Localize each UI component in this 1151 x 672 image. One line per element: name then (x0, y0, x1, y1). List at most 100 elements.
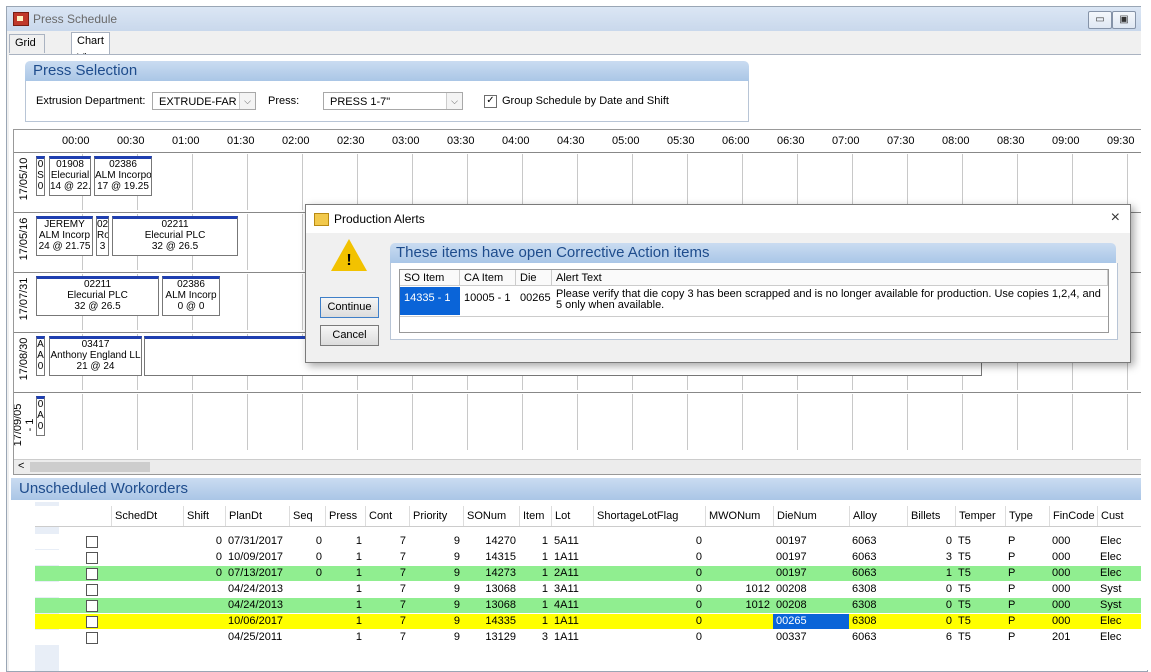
cell-fin[interactable]: 201 (1049, 630, 1097, 645)
cell-press[interactable]: 1 (325, 598, 365, 613)
cell-ca-item[interactable]: 10005 - 1 (460, 287, 516, 315)
row-checkbox[interactable] (86, 568, 98, 580)
group-schedule-checkbox[interactable]: ✓ (484, 95, 497, 108)
grid-cell[interactable] (962, 154, 963, 210)
cell-alloy[interactable]: 6308 (849, 614, 907, 629)
cell-temper[interactable]: T5 (955, 630, 1005, 645)
grid-cell[interactable] (412, 154, 413, 210)
cell-cust[interactable]: Elec (1097, 550, 1145, 565)
cell-alloy[interactable]: 6063 (849, 566, 907, 581)
cell-slf[interactable]: 0 (593, 566, 705, 581)
cell-priority[interactable]: 9 (409, 598, 463, 613)
cell-shift[interactable]: 0 (183, 550, 225, 565)
cell-mwo[interactable]: 1012 (705, 598, 773, 613)
grid-cell[interactable] (302, 214, 303, 270)
cell-seq[interactable] (289, 582, 325, 597)
cell-cont[interactable]: 7 (365, 566, 409, 581)
grid-cell[interactable] (907, 154, 908, 210)
cell-mwo[interactable] (705, 630, 773, 645)
chevron-down-icon[interactable]: ⌵ (239, 93, 255, 109)
cell-lot[interactable]: 2A11 (551, 566, 593, 581)
cell-slf[interactable]: 0 (593, 598, 705, 613)
table-row[interactable]: 04/24/2013 1 7 9 13068 1 3A11 0 1012 00208 6308 0 T5… (35, 582, 1145, 597)
grid-cell[interactable] (302, 154, 303, 210)
chevron-down-icon[interactable]: ⌵ (446, 93, 462, 109)
job-block[interactable]: 02211 Elecurial PLC 32 @ 26.5 (112, 216, 238, 256)
cell-shift[interactable] (183, 582, 225, 597)
cell-billets[interactable]: 1 (907, 566, 955, 581)
cell-seq[interactable] (289, 598, 325, 613)
row-checkbox[interactable] (86, 584, 98, 596)
grid-cell[interactable] (522, 154, 523, 210)
grid-cell[interactable] (1127, 154, 1128, 210)
job-block[interactable]: 03417 Anthony England LL 21 @ 24 (49, 336, 142, 376)
grid-cell[interactable] (742, 154, 743, 210)
cell-cont[interactable]: 7 (365, 614, 409, 629)
column-header-cust[interactable]: Cust (1097, 506, 1145, 526)
maximize-button[interactable]: ▣ (1112, 11, 1136, 29)
cell-item[interactable]: 3 (519, 630, 551, 645)
grid-cell[interactable] (467, 154, 468, 210)
cell-alloy[interactable]: 6063 (849, 550, 907, 565)
grid-cell[interactable] (522, 394, 523, 450)
col-so-item[interactable]: SO Item (400, 270, 460, 286)
column-header-press[interactable]: Press (325, 506, 365, 526)
job-block[interactable]: 0S0 (36, 156, 45, 196)
grid-cell[interactable] (192, 154, 193, 210)
horizontal-scrollbar[interactable]: < (14, 459, 1147, 474)
cell-type[interactable]: P (1005, 534, 1049, 549)
grid-cell[interactable] (467, 394, 468, 450)
press-select[interactable]: PRESS 1-7" ⌵ (323, 92, 463, 110)
grid-cell[interactable] (1072, 154, 1073, 210)
column-header-mwonum[interactable]: MWONum (705, 506, 773, 526)
grid-cell[interactable] (247, 394, 248, 450)
cell-die[interactable]: 00208 (773, 598, 849, 613)
grid-cell[interactable] (852, 154, 853, 210)
scroll-thumb[interactable] (30, 462, 150, 472)
job-block[interactable]: 02 Ro 3 (96, 216, 109, 256)
cell-slf[interactable]: 0 (593, 614, 705, 629)
cell-type[interactable]: P (1005, 630, 1049, 645)
grid-cell[interactable] (302, 274, 303, 330)
cell-fin[interactable]: 000 (1049, 614, 1097, 629)
job-block[interactable]: 02386 ALM Incorp 0 @ 0 (162, 276, 220, 316)
cell-item[interactable]: 1 (519, 534, 551, 549)
cell-fin[interactable]: 000 (1049, 582, 1097, 597)
cell-billets[interactable]: 0 (907, 598, 955, 613)
column-header-plandt[interactable]: PlanDt (225, 506, 289, 526)
job-block[interactable]: JEREMY ALM Incorp 24 @ 21.75 (36, 216, 93, 256)
column-header-seq[interactable]: Seq (289, 506, 325, 526)
column-header-type[interactable]: Type (1005, 506, 1049, 526)
grid-cell[interactable] (357, 154, 358, 210)
grid-cell[interactable] (632, 394, 633, 450)
cell-so-item[interactable]: 14335 - 1 (400, 287, 460, 315)
cancel-button[interactable]: Cancel (320, 325, 379, 346)
cell-sonum[interactable]: 13129 (463, 630, 519, 645)
cell-die[interactable]: 00337 (773, 630, 849, 645)
grid-cell[interactable] (797, 154, 798, 210)
scroll-left-icon[interactable]: < (18, 460, 24, 472)
cell-sonum[interactable]: 13068 (463, 598, 519, 613)
col-alert-text[interactable]: Alert Text (552, 270, 1108, 286)
column-header-scheddt[interactable]: SchedDt (111, 506, 183, 526)
table-row[interactable]: 0 07/13/2017 0 1 7 9 14273 1 2A11 0 00197 6063 1 T5 P 0… (35, 566, 1145, 581)
cell-press[interactable]: 1 (325, 566, 365, 581)
cell-item[interactable]: 1 (519, 614, 551, 629)
cell-lot[interactable]: 5A11 (551, 534, 593, 549)
cell-slf[interactable]: 0 (593, 534, 705, 549)
grid-cell[interactable] (687, 154, 688, 210)
close-icon[interactable]: × (1111, 209, 1120, 227)
cell-plandt[interactable]: 04/25/2011 (225, 630, 289, 645)
cell-item[interactable]: 1 (519, 550, 551, 565)
cell-temper[interactable]: T5 (955, 550, 1005, 565)
job-block[interactable]: 02386ALM Incorpora17 @ 19.25 (94, 156, 152, 196)
cell-priority[interactable]: 9 (409, 614, 463, 629)
cell-billets[interactable]: 0 (907, 614, 955, 629)
tab-grid-view[interactable]: Grid View (9, 34, 45, 66)
cell-sonum[interactable]: 14270 (463, 534, 519, 549)
row-checkbox[interactable] (86, 536, 98, 548)
col-ca-item[interactable]: CA Item (460, 270, 516, 286)
grid-cell[interactable] (412, 394, 413, 450)
cell-press[interactable]: 1 (325, 630, 365, 645)
cell-plandt[interactable]: 07/13/2017 (225, 566, 289, 581)
